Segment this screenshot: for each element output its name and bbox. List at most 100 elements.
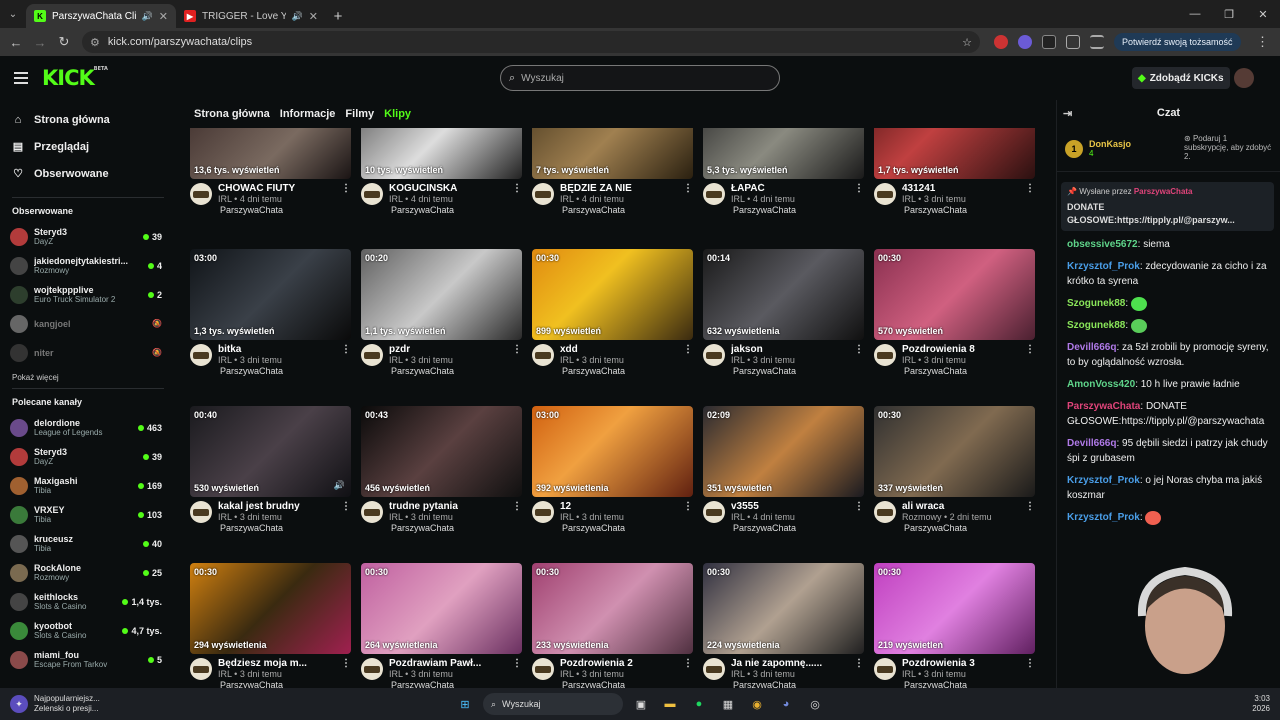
clip-thumbnail[interactable]: 02:09 351 wyświetleń [703, 406, 864, 497]
user-avatar[interactable] [1234, 68, 1254, 88]
clip-thumbnail[interactable]: 00:30 233 wyświetlenia [532, 563, 693, 654]
clip-card[interactable]: 7 tys. wyświetleń BĘDZIE ZA NIE IRL • 4 dn… [532, 128, 693, 215]
forward-icon[interactable]: → [28, 35, 52, 50]
channel-avatar[interactable] [532, 344, 554, 366]
channel-item[interactable]: delordione League of Legends 463 [0, 413, 176, 442]
clip-title[interactable]: KOGUCINSKA [389, 183, 506, 194]
channel-avatar[interactable] [703, 658, 725, 680]
clip-title[interactable]: Pozdrowienia 2 [560, 658, 677, 669]
channel-item[interactable]: RockAlone Rozmowy 25 [0, 558, 176, 587]
channel-item[interactable]: kyootbot Slots & Casino 4,7 tys. [0, 616, 176, 645]
channel-avatar[interactable] [703, 183, 725, 205]
pinned-message[interactable]: 📌 Wysłane przez ParszywaChata DONATE GŁO… [1061, 182, 1274, 232]
clip-author[interactable]: ParszywaChata [562, 205, 625, 215]
clip-thumbnail[interactable]: 7 tys. wyświetleń [532, 128, 693, 179]
clip-thumbnail[interactable]: 00:30 224 wyświetlenia [703, 563, 864, 654]
store-icon[interactable]: ▦ [717, 693, 739, 715]
more-options-icon[interactable]: ⋮ [854, 658, 864, 680]
app-icon[interactable]: ◎ [804, 693, 826, 715]
more-options-icon[interactable]: ⋮ [512, 183, 522, 205]
browser-tab-active[interactable]: K ParszywaChata Clips - Watch 🔊 ✕ [26, 4, 176, 28]
browser-menu-icon[interactable]: ⋮ [1251, 34, 1275, 50]
channel-avatar[interactable] [190, 501, 212, 523]
channel-item[interactable]: miami_fou Escape From Tarkov 5 [0, 645, 176, 674]
clip-card[interactable]: 00:20 1,1 tys. wyświetleń pzdr IRL • 3 dni … [361, 249, 522, 376]
clip-thumbnail[interactable]: 13,6 tys. wyświetleń [190, 128, 351, 179]
channel-avatar[interactable] [703, 344, 725, 366]
clip-card[interactable]: 00:30 337 wyświetleń ali wraca Rozmowy • 2 … [874, 406, 1035, 533]
clip-thumbnail[interactable]: 03:00 1,3 tys. wyświetleń [190, 249, 351, 340]
more-options-icon[interactable]: ⋮ [683, 344, 693, 366]
menu-icon[interactable] [14, 69, 28, 87]
clip-author[interactable]: ParszywaChata [562, 523, 625, 533]
channel-avatar[interactable] [361, 658, 383, 680]
volume-icon[interactable]: 🔊 [334, 480, 345, 491]
clip-card[interactable]: 00:43 456 wyświetleń trudne pytania IRL • 3… [361, 406, 522, 533]
chat-username[interactable]: ParszywaChata [1067, 401, 1140, 412]
clip-card[interactable]: 00:30 570 wyświetleń Pozdrowienia 8 IRL • 3… [874, 249, 1035, 376]
clip-author[interactable]: ParszywaChata [904, 680, 967, 688]
clip-title[interactable]: ŁAPAĆ [731, 183, 848, 194]
clip-author[interactable]: ParszywaChata [733, 205, 796, 215]
channel-avatar[interactable] [874, 658, 896, 680]
clip-title[interactable]: xdd [560, 344, 677, 355]
clip-card[interactable]: 00:30 219 wyświetleń Pozdrowienia 3 IRL • 3… [874, 563, 1035, 688]
clip-card[interactable]: 00:30 233 wyświetlenia Pozdrowienia 2 IRL •… [532, 563, 693, 688]
clip-author[interactable]: ParszywaChata [733, 523, 796, 533]
extension-icon[interactable] [1018, 35, 1032, 49]
clip-title[interactable]: Pozdrowienia 3 [902, 658, 1019, 669]
more-options-icon[interactable]: ⋮ [854, 501, 864, 523]
chat-username[interactable]: Devill666q [1067, 342, 1116, 353]
clip-card[interactable]: 5,3 tys. wyświetleń ŁAPAĆ IRL • 4 dni temu… [703, 128, 864, 215]
channel-item[interactable]: kangjoel 🔕 [0, 309, 176, 338]
clip-author[interactable]: ParszywaChata [391, 205, 454, 215]
chat-username[interactable]: Szogunek88 [1067, 298, 1125, 309]
clip-author[interactable]: ParszywaChata [562, 366, 625, 376]
more-options-icon[interactable]: ⋮ [341, 183, 351, 205]
more-options-icon[interactable]: ⋮ [854, 344, 864, 366]
back-icon[interactable]: ← [4, 35, 28, 50]
clip-thumbnail[interactable]: 00:14 632 wyświetlenia [703, 249, 864, 340]
channel-avatar[interactable] [361, 344, 383, 366]
clip-author[interactable]: ParszywaChata [220, 205, 283, 215]
gifter-name[interactable]: DonKasjo [1089, 139, 1131, 149]
clip-thumbnail[interactable]: 10 tys. wyświetleń [361, 128, 522, 179]
extension-icon[interactable] [994, 35, 1008, 49]
clip-card[interactable]: 00:30 264 wyświetlenia Pozdrawiam Pawł... I… [361, 563, 522, 688]
clip-thumbnail[interactable]: 00:43 456 wyświetleń [361, 406, 522, 497]
clip-author[interactable]: ParszywaChata [220, 366, 283, 376]
collapse-chat-icon[interactable]: ⇥ [1063, 107, 1072, 120]
channel-item[interactable]: Steryd3 DayZ 39 [0, 222, 176, 251]
channel-avatar[interactable] [361, 183, 383, 205]
channel-avatar[interactable] [532, 501, 554, 523]
minimize-icon[interactable]: — [1178, 0, 1212, 28]
channel-avatar[interactable] [361, 501, 383, 523]
clip-author[interactable]: ParszywaChata [733, 680, 796, 688]
clip-title[interactable]: pzdr [389, 344, 506, 355]
chat-username[interactable]: Krzysztof_Prok [1067, 512, 1140, 523]
discord-icon[interactable]: ◕ [775, 693, 797, 715]
channel-avatar[interactable] [532, 183, 554, 205]
clip-author[interactable]: ParszywaChata [733, 366, 796, 376]
tab-close-icon[interactable]: ✕ [159, 10, 168, 23]
new-tab-button[interactable]: + [326, 4, 350, 28]
kick-logo[interactable]: KICKBETA [42, 66, 108, 90]
channel-item[interactable]: kruceusz Tibia 40 [0, 529, 176, 558]
clip-thumbnail[interactable]: 00:30 570 wyświetleń [874, 249, 1035, 340]
gift-hint[interactable]: ⊛ Podaruj 1 subskrypcję, aby zdobyć 2. [1184, 134, 1272, 161]
clip-author[interactable]: ParszywaChata [220, 680, 283, 688]
clip-title[interactable]: 12 [560, 501, 677, 512]
clip-author[interactable]: ParszywaChata [220, 523, 283, 533]
clip-title[interactable]: jakson [731, 344, 848, 355]
channel-avatar[interactable] [190, 183, 212, 205]
clip-card[interactable]: 02:09 351 wyświetleń v3555 IRL • 4 dni temu… [703, 406, 864, 533]
channel-item[interactable]: keithlocks Slots & Casino 1,4 tys. [0, 587, 176, 616]
clip-title[interactable]: kakal jest brudny [218, 501, 335, 512]
system-clock[interactable]: 3:03 2026 [1252, 694, 1270, 715]
tab-informacje[interactable]: Informacje [280, 108, 336, 120]
clip-thumbnail[interactable]: 00:30 264 wyświetlenia [361, 563, 522, 654]
reading-list-icon[interactable] [1090, 35, 1104, 49]
channel-avatar[interactable] [703, 501, 725, 523]
close-window-icon[interactable]: ✕ [1246, 0, 1280, 28]
more-options-icon[interactable]: ⋮ [683, 501, 693, 523]
